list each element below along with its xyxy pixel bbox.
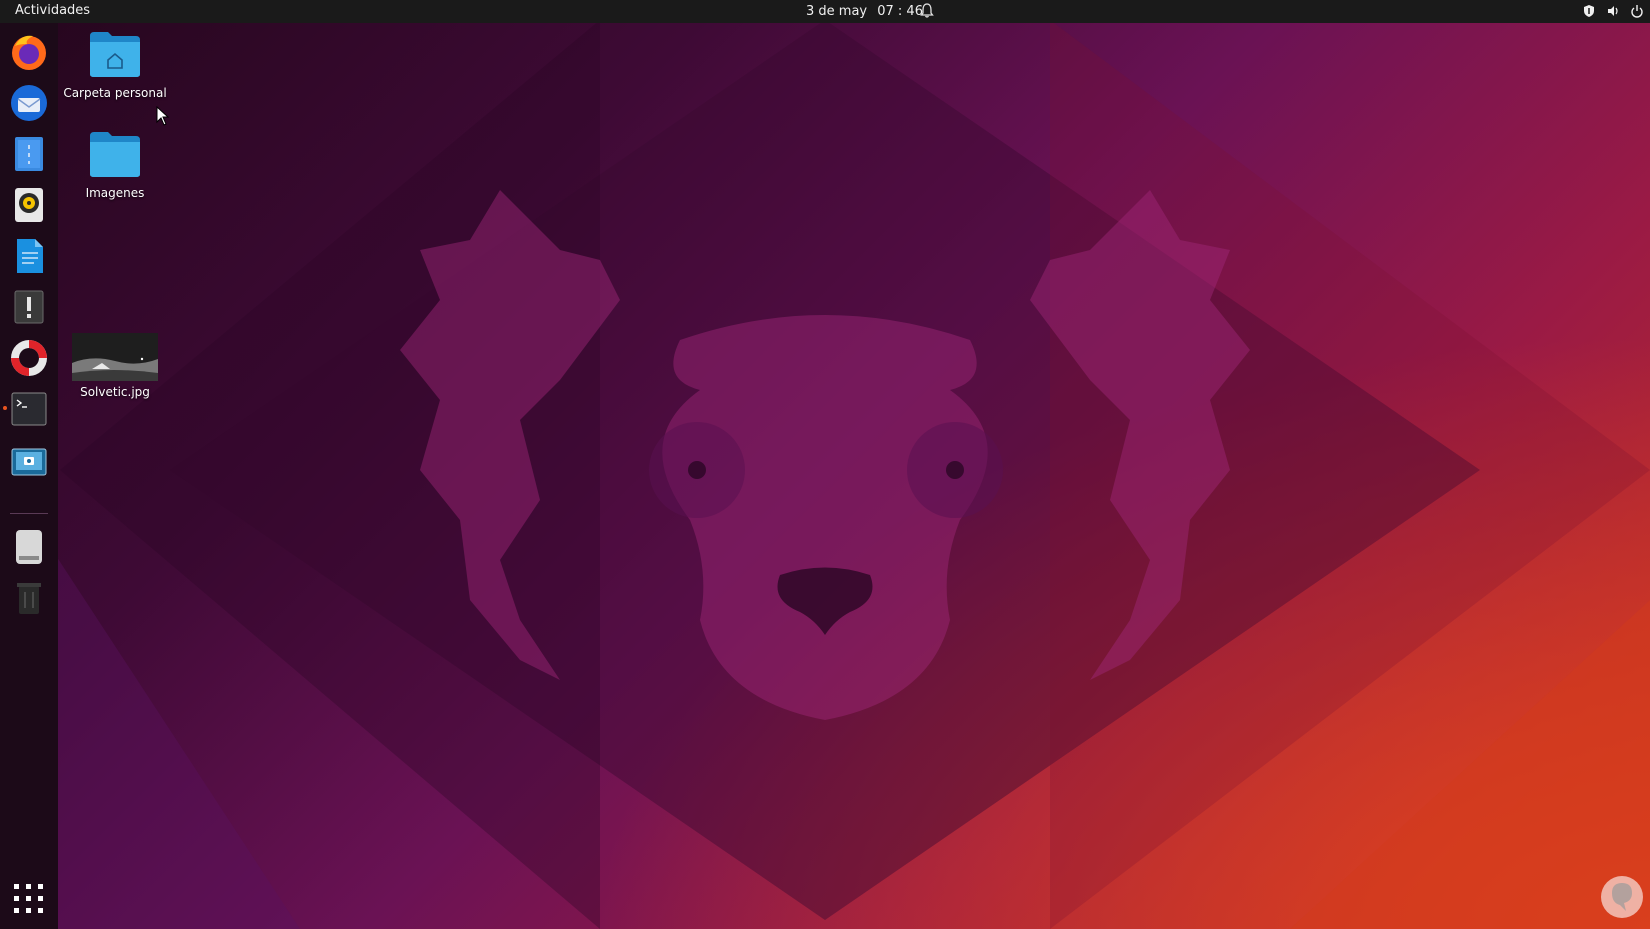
image-thumbnail bbox=[72, 333, 158, 381]
top-bar: Actividades 3 de may 07 : 46 bbox=[0, 0, 1650, 23]
clock-time: 07 : 46 bbox=[877, 4, 923, 19]
software-updater-icon[interactable] bbox=[8, 286, 50, 328]
wallpaper-graphic bbox=[0, 20, 1650, 929]
volume-icon[interactable] bbox=[1606, 3, 1620, 19]
firefox-icon[interactable] bbox=[8, 31, 50, 73]
screenshot-icon[interactable] bbox=[8, 441, 50, 483]
desktop-icon-pictures-folder[interactable]: Imagenes bbox=[60, 130, 170, 200]
desktop-wallpaper bbox=[0, 0, 1650, 929]
home-folder-icon bbox=[90, 32, 140, 77]
dock-separator bbox=[10, 513, 48, 514]
terminal-running-indicator bbox=[3, 406, 7, 410]
help-icon[interactable] bbox=[8, 337, 50, 379]
pictures-folder-icon bbox=[90, 132, 140, 177]
home-folder-label: Carpeta personal bbox=[63, 86, 167, 100]
power-icon[interactable] bbox=[1630, 3, 1644, 19]
dock bbox=[0, 23, 58, 929]
activities-button[interactable]: Actividades bbox=[15, 3, 90, 18]
solvetic-image-label: Solvetic.jpg bbox=[80, 385, 150, 399]
trash-icon[interactable] bbox=[8, 577, 50, 619]
pictures-folder-label: Imagenes bbox=[85, 186, 145, 200]
solvetic-watermark-icon bbox=[1600, 875, 1644, 919]
grid-icon[interactable] bbox=[8, 878, 50, 920]
files-icon[interactable] bbox=[8, 133, 50, 175]
desktop-icon-home-folder[interactable]: Carpeta personal bbox=[60, 30, 170, 100]
thunderbird-icon[interactable] bbox=[8, 82, 50, 124]
writer-icon[interactable] bbox=[8, 235, 50, 277]
mouse-cursor-icon bbox=[156, 105, 170, 126]
drive-icon[interactable] bbox=[8, 526, 50, 568]
shield-icon[interactable] bbox=[1582, 3, 1596, 19]
notification-bell-icon[interactable] bbox=[920, 3, 934, 19]
rhythmbox-icon[interactable] bbox=[8, 184, 50, 226]
clock-button[interactable]: 3 de may 07 : 46 bbox=[806, 4, 929, 19]
terminal-icon[interactable] bbox=[8, 388, 50, 430]
system-tray[interactable] bbox=[1582, 3, 1644, 19]
clock-date: 3 de may bbox=[806, 4, 868, 19]
desktop-icon-solvetic-image[interactable]: Solvetic.jpg bbox=[60, 333, 170, 399]
